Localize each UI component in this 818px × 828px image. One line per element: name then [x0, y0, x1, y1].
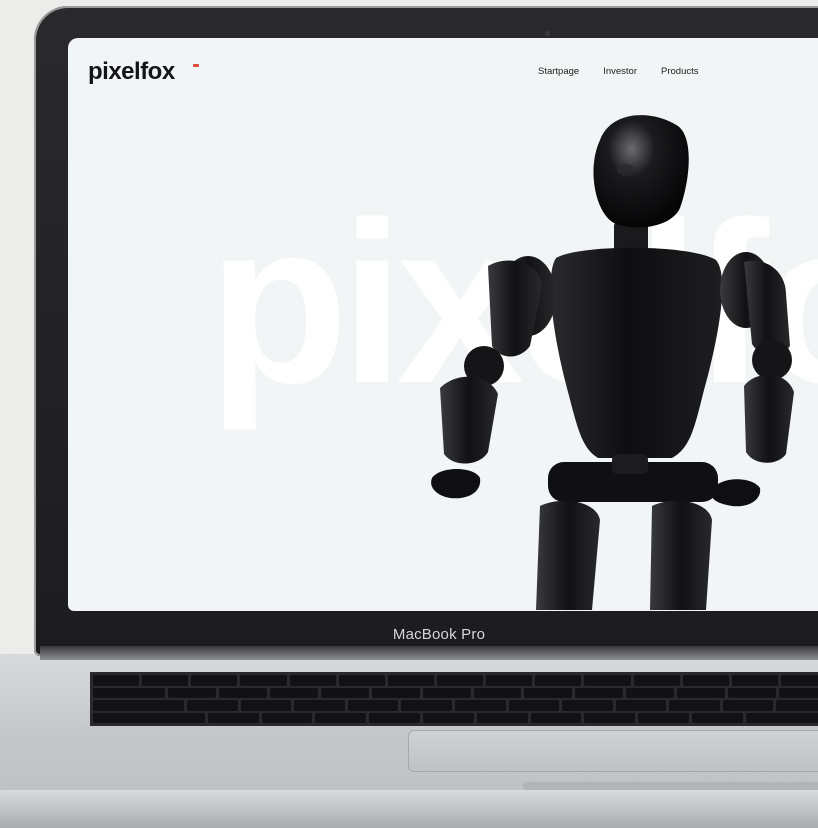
laptop-scene: MacBook Pro pixelfox pixelfox Startpage …	[0, 0, 818, 828]
humanoid-robot-image	[431, 115, 794, 610]
